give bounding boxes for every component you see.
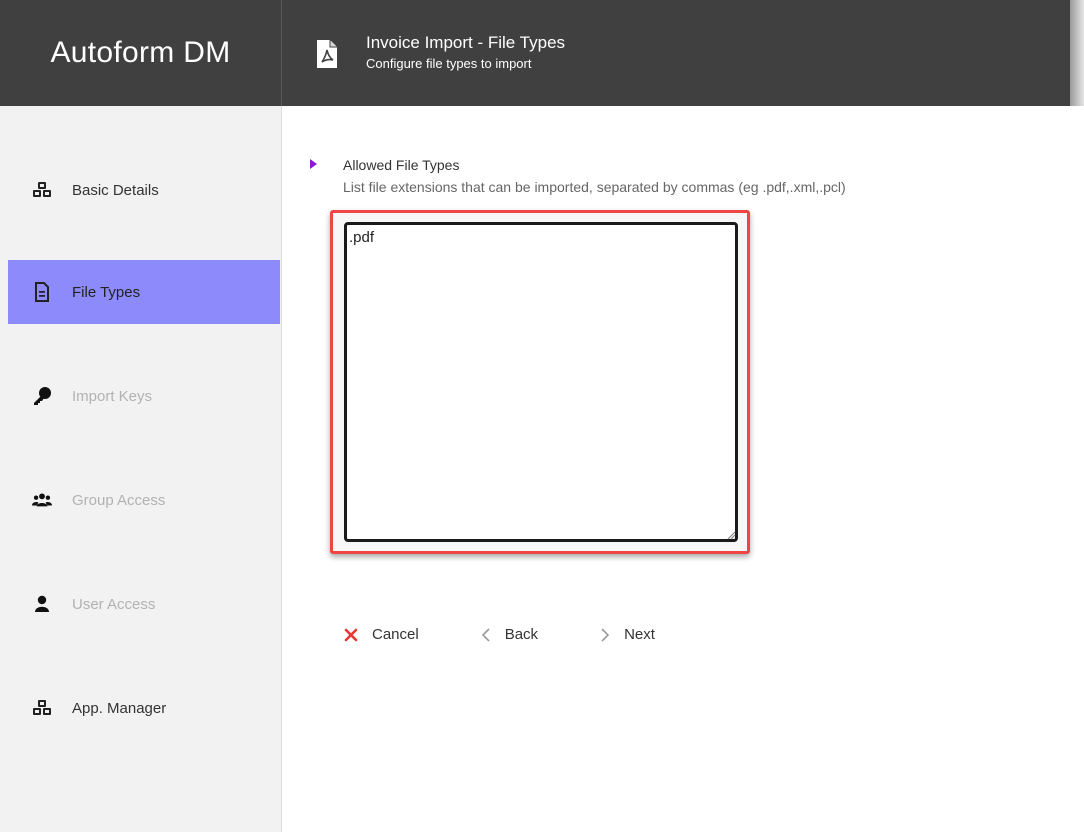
section-header: Allowed File Types List file extensions … xyxy=(310,156,846,196)
next-label: Next xyxy=(624,626,655,643)
sidebar-item-label: App. Manager xyxy=(72,699,167,717)
sidebar-item-label: Basic Details xyxy=(72,181,159,199)
section-description: List file extensions that can be importe… xyxy=(343,179,846,195)
section-label: Allowed File Types xyxy=(343,157,460,173)
page-subtitle: Configure file types to import xyxy=(366,56,532,71)
back-button[interactable]: Back xyxy=(481,626,538,643)
app-brand[interactable]: Autoform DM xyxy=(0,0,282,106)
close-icon xyxy=(344,628,358,642)
chevron-right-icon xyxy=(600,627,610,643)
next-button[interactable]: Next xyxy=(600,626,655,643)
sidebar-item-label: File Types xyxy=(72,283,141,301)
pdf-file-icon xyxy=(317,40,337,68)
file-types-textarea[interactable]: .pdf xyxy=(344,222,738,542)
resize-grip-icon[interactable] xyxy=(726,530,736,540)
sidebar-item-user-access[interactable]: User Access xyxy=(8,572,280,636)
sidebar-item-group-access[interactable]: Group Access xyxy=(8,468,280,532)
back-label: Back xyxy=(504,626,539,643)
header-edge-shadow xyxy=(1070,0,1084,106)
wizard-actions: Cancel Back Next xyxy=(344,626,655,643)
users-icon xyxy=(32,490,52,510)
app-window: Autoform DM Invoice Import - File Types … xyxy=(0,0,1084,832)
cancel-label: Cancel xyxy=(372,626,419,643)
header-bar: Autoform DM Invoice Import - File Types … xyxy=(0,0,1070,106)
cubes-icon xyxy=(32,180,52,200)
sidebar-item-import-keys[interactable]: Import Keys xyxy=(8,364,280,428)
sidebar-item-app-manager[interactable]: App. Manager xyxy=(8,676,280,740)
file-text-icon xyxy=(32,282,52,302)
sidebar-item-label: Import Keys xyxy=(72,387,153,405)
cubes-icon xyxy=(32,698,52,718)
sidebar: Basic Details File Types Import Keys Gro… xyxy=(0,106,282,832)
cancel-button[interactable]: Cancel xyxy=(344,626,419,643)
sidebar-item-file-types[interactable]: File Types xyxy=(8,260,280,324)
chevron-left-icon xyxy=(481,627,491,643)
main-content: Allowed File Types List file extensions … xyxy=(282,106,1084,832)
user-icon xyxy=(32,594,52,614)
sidebar-item-basic-details[interactable]: Basic Details xyxy=(8,158,280,222)
caret-right-icon xyxy=(310,159,317,169)
page-title: Invoice Import - File Types xyxy=(366,33,566,52)
page-header: Invoice Import - File Types Configure fi… xyxy=(282,0,565,106)
sidebar-item-label: Group Access xyxy=(72,491,166,509)
sidebar-item-label: User Access xyxy=(72,595,156,613)
key-icon xyxy=(32,386,52,406)
